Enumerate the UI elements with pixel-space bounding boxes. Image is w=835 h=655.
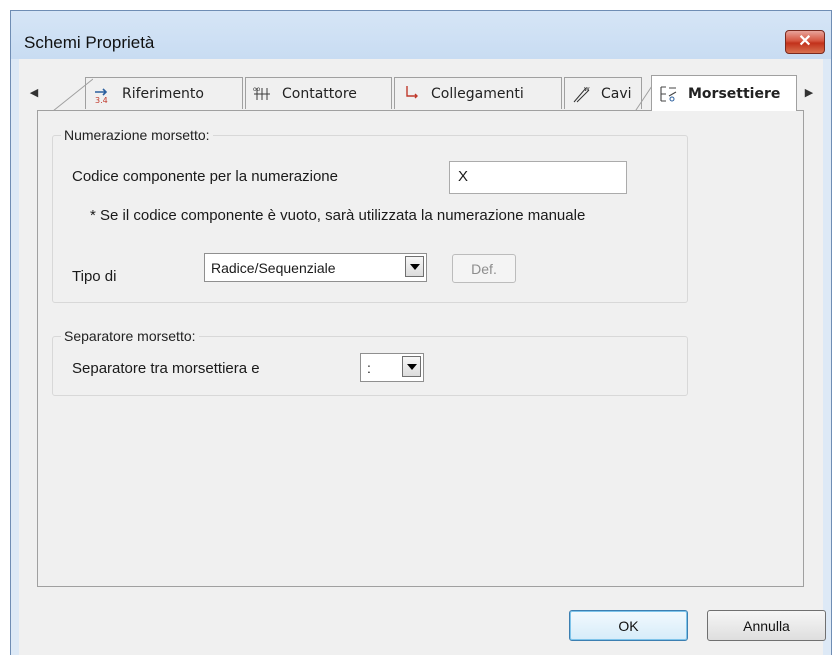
properties-dialog: Schemi Proprietà ✕ ◀ 3.4 Riferimento oo <box>10 10 832 655</box>
title-bar[interactable]: Schemi Proprietà ✕ <box>11 11 831 59</box>
tab-strip: ◀ 3.4 Riferimento oo Contattore Collegam… <box>19 75 823 111</box>
component-code-label: Codice componente per la numerazione <box>72 168 338 185</box>
separator-label: Separatore tra morsettiera e <box>72 360 260 377</box>
tab-scroll-left-icon[interactable]: ◀ <box>25 83 43 101</box>
tab-edge-decoration <box>53 78 93 111</box>
chevron-down-icon[interactable] <box>402 356 421 377</box>
tab-collegamenti[interactable]: Collegamenti <box>394 77 562 109</box>
cancel-button[interactable]: Annulla <box>707 610 826 641</box>
ok-button[interactable]: OK <box>569 610 688 641</box>
tab-scroll-right-icon[interactable]: ▶ <box>800 83 818 101</box>
window-title: Schemi Proprietà <box>24 33 155 52</box>
tab-morsettiere[interactable]: Morsettiere <box>651 75 797 111</box>
tab-riferimento[interactable]: 3.4 Riferimento <box>85 77 243 109</box>
numbering-group: Numerazione morsetto: Codice componente … <box>52 127 688 303</box>
svg-text:3.4: 3.4 <box>95 96 108 104</box>
cables-icon: w <box>571 84 591 104</box>
tab-contattore[interactable]: oo Contattore <box>245 77 392 109</box>
chevron-down-icon[interactable] <box>405 256 424 277</box>
close-button[interactable]: ✕ <box>785 30 825 54</box>
cross-reference-icon: 3.4 <box>92 84 112 104</box>
type-select-value: Radice/Sequenziale <box>211 260 336 276</box>
dialog-body: ◀ 3.4 Riferimento oo Contattore Collegam… <box>19 59 826 655</box>
tab-label: Contattore <box>282 85 357 102</box>
component-code-note: * Se il codice componente è vuoto, sarà … <box>90 207 586 224</box>
numbering-group-title: Numerazione morsetto: <box>61 127 213 143</box>
tab-content-morsettiere: Numerazione morsetto: Codice componente … <box>37 111 804 587</box>
contactor-icon: oo <box>252 84 272 104</box>
separator-group-title: Separatore morsetto: <box>61 328 199 344</box>
tab-label: Collegamenti <box>431 85 524 102</box>
separator-group: Separatore morsetto: Separatore tra mors… <box>52 328 688 396</box>
tab-label: Morsettiere <box>688 85 781 102</box>
svg-text:w: w <box>584 85 590 93</box>
connections-icon <box>401 84 421 104</box>
svg-text:oo: oo <box>253 86 261 93</box>
type-label: Tipo di <box>72 268 117 285</box>
separator-select[interactable]: : <box>360 353 424 382</box>
terminal-strip-icon <box>658 84 678 104</box>
tab-label: Riferimento <box>122 85 204 102</box>
tab-label: Cavi <box>601 85 632 102</box>
def-button[interactable]: Def. <box>452 254 516 283</box>
tab-cavi[interactable]: w Cavi <box>564 77 642 109</box>
type-select[interactable]: Radice/Sequenziale <box>204 253 427 282</box>
close-icon: ✕ <box>798 33 812 50</box>
component-code-input[interactable]: X <box>449 161 627 194</box>
separator-select-value: : <box>367 360 371 376</box>
